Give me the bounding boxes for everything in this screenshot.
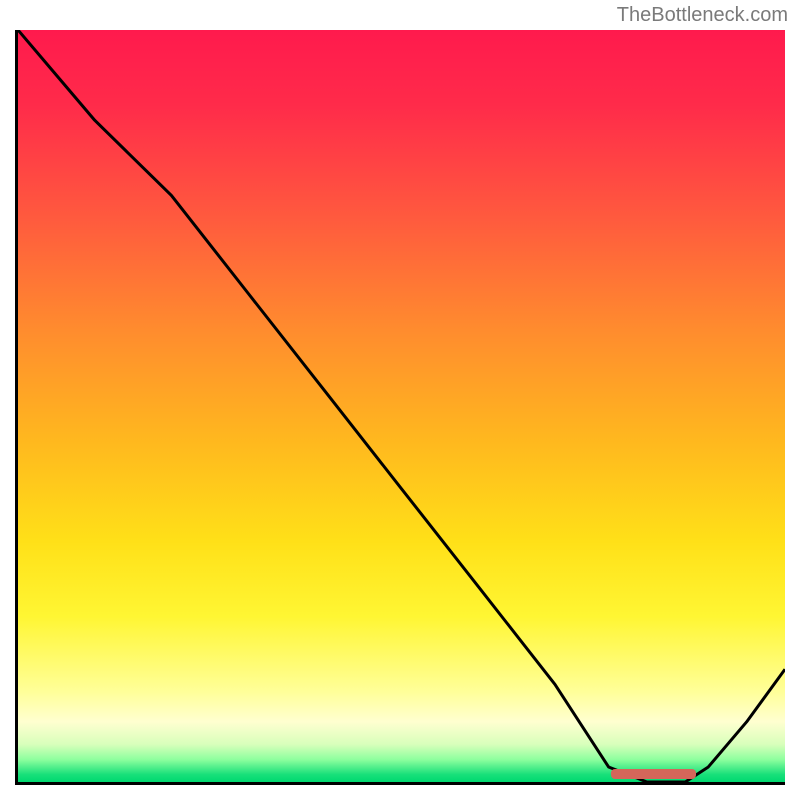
plot-area [15,30,785,785]
attribution-text: TheBottleneck.com [617,4,788,27]
optimal-range-marker [611,769,696,779]
bottleneck-curve [18,30,785,782]
